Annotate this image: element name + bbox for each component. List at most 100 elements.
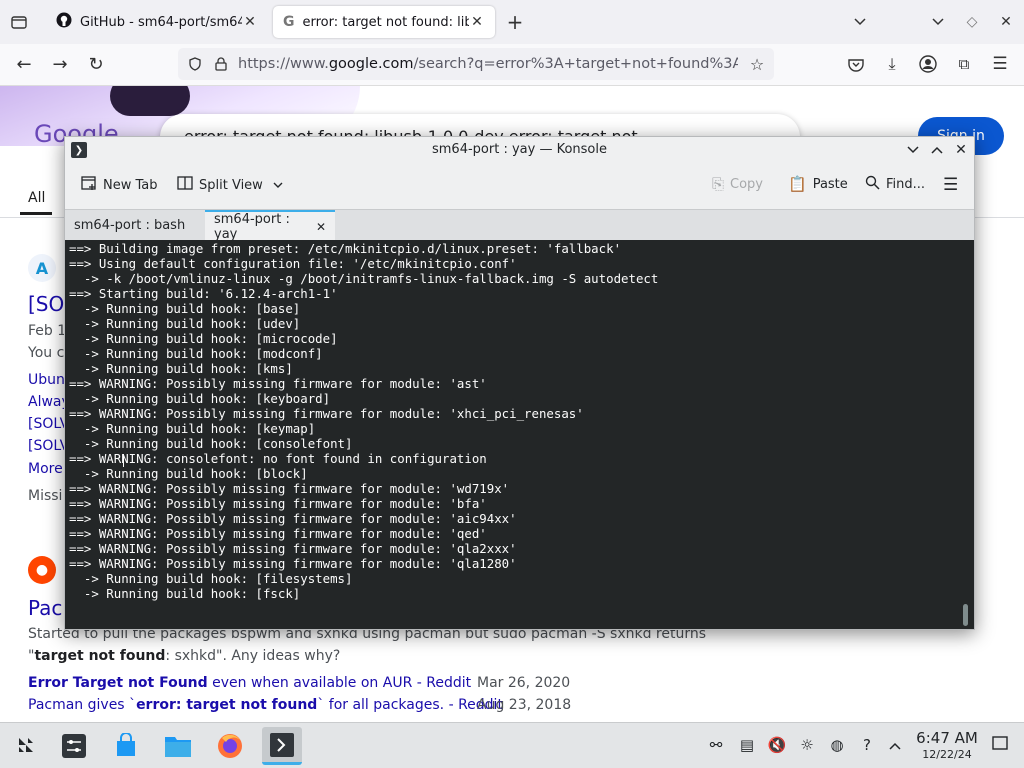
hamburger-menu-icon[interactable]: ☰: [943, 175, 958, 195]
find-button[interactable]: Find...: [865, 175, 925, 194]
sublink-date: Aug 23, 2018: [477, 697, 572, 713]
url-path: /search?q=error%3A+target+not+found%3A+l…: [413, 56, 738, 72]
close-icon[interactable]: ✕: [469, 14, 485, 30]
terminal-line: ==> Using default configuration file: '/…: [69, 256, 517, 271]
show-desktop-icon[interactable]: [990, 736, 1010, 754]
terminal-line: -> Running build hook: [fsck]: [69, 586, 301, 601]
new-tab-button[interactable]: +: [504, 10, 526, 34]
copy-icon: ⎘: [712, 175, 725, 193]
maximize-icon[interactable]: [927, 140, 947, 160]
firefox-icon[interactable]: [212, 727, 248, 765]
close-icon[interactable]: ✕: [951, 140, 971, 160]
paste-icon: 📋: [788, 175, 807, 193]
extensions-icon[interactable]: ⧉: [954, 54, 974, 74]
tracking-protection-icon[interactable]: [186, 55, 204, 73]
chevron-up-icon[interactable]: [885, 736, 905, 754]
terminal-line: ==> WARNING: Possibly missing firmware f…: [69, 526, 487, 541]
close-icon[interactable]: ✕: [316, 220, 326, 234]
restore-window-icon[interactable]: ◇: [962, 12, 982, 32]
terminal-line: -> Running build hook: [keymap]: [69, 421, 316, 436]
tab-yay[interactable]: sm64-port : yay ✕: [205, 210, 335, 242]
lock-icon[interactable]: [212, 55, 230, 73]
close-window-icon[interactable]: ✕: [996, 12, 1016, 32]
browser-tab-google[interactable]: G error: target not found: lib ✕: [273, 6, 495, 38]
network-globe-icon[interactable]: ◍: [827, 736, 847, 754]
discover-store-icon[interactable]: [108, 727, 144, 765]
url-bar[interactable]: https://www.google.com/search?q=error%3A…: [178, 48, 774, 80]
terminal-line: -> Running build hook: [base]: [69, 301, 301, 316]
browser-tab-github[interactable]: GitHub - sm64-port/sm64- ✕: [46, 6, 268, 38]
terminal-line: ==> WARNING: Possibly missing firmware f…: [69, 406, 584, 421]
tab-all[interactable]: All: [28, 190, 45, 206]
reload-icon[interactable]: ↻: [86, 54, 106, 75]
more-link[interactable]: More: [28, 461, 63, 477]
close-icon[interactable]: ✕: [242, 14, 258, 30]
active-tab-indicator: [20, 212, 52, 215]
sitelink[interactable]: Ubun: [28, 372, 65, 388]
new-tab-icon: [81, 175, 97, 195]
chevron-down-icon[interactable]: [928, 12, 948, 32]
new-tab-button[interactable]: New Tab: [81, 175, 158, 195]
window-title: sm64-port : yay — Konsole: [432, 142, 607, 157]
terminal-line: -> -k /boot/vmlinuz-linux -g /boot/initr…: [69, 271, 659, 286]
volume-muted-icon[interactable]: 🔇: [767, 736, 787, 754]
tab-title: GitHub - sm64-port/sm64-: [80, 14, 242, 30]
mouse-cursor: [123, 454, 124, 467]
terminal-line: -> Running build hook: [filesystems]: [69, 571, 353, 586]
terminal-line: ==> WARNING: Possibly missing firmware f…: [69, 541, 517, 556]
clock-time[interactable]: 6:47 AM: [912, 729, 982, 747]
terminal-output[interactable]: ==> Building image from preset: /etc/mki…: [65, 240, 974, 629]
missing-terms: Missi: [28, 488, 63, 504]
reddit-icon: ●: [28, 556, 56, 584]
back-arrow-icon[interactable]: ←: [14, 54, 34, 75]
terminal-line: ==> WARNING: consolefont: no font found …: [69, 451, 487, 466]
terminal-line: ==> WARNING: Possibly missing firmware f…: [69, 556, 517, 571]
result-snippet-line2: "target not found: sxhkd". Any ideas why…: [28, 648, 341, 664]
downloads-icon[interactable]: ⤓: [882, 54, 902, 74]
terminal-scrollbar[interactable]: [963, 604, 968, 626]
copy-button[interactable]: ⎘ Copy: [712, 175, 763, 193]
terminal-line: -> Running build hook: [udev]: [69, 316, 301, 331]
network-icon[interactable]: ⚯: [706, 736, 726, 754]
terminal-line: -> Running build hook: [microcode]: [69, 331, 338, 346]
paste-button[interactable]: 📋 Paste: [788, 175, 848, 193]
clipboard-icon[interactable]: ▤: [737, 736, 757, 754]
pocket-icon[interactable]: [846, 55, 866, 75]
konsole-toolbar: New Tab Split View ⎘ Copy 📋 Paste Find..…: [65, 163, 974, 209]
bookmark-star-icon[interactable]: ☆: [748, 55, 766, 74]
terminal-line: -> Running build hook: [block]: [69, 466, 308, 481]
list-all-tabs-icon[interactable]: [850, 12, 870, 32]
konsole-titlebar[interactable]: ❯ sm64-port : yay — Konsole ✕: [65, 137, 974, 163]
application-launcher[interactable]: [8, 727, 44, 765]
tab-bash[interactable]: sm64-port : bash: [65, 210, 205, 241]
brightness-icon[interactable]: ☼: [797, 736, 817, 754]
result-title[interactable]: [SO: [28, 292, 64, 316]
split-view-icon: [177, 175, 193, 195]
result-date: Feb 1: [28, 323, 67, 339]
account-icon[interactable]: [918, 54, 938, 74]
konsole-window[interactable]: ❯ sm64-port : yay — Konsole ✕ New Tab Sp…: [64, 136, 975, 630]
help-icon[interactable]: ?: [857, 736, 877, 754]
terminal-line: ==> WARNING: Possibly missing firmware f…: [69, 481, 510, 496]
tab-list-icon[interactable]: [8, 12, 30, 32]
url-prefix: https://www.: [238, 56, 329, 72]
browser-nav-bar: ← → ↻ https://www.google.com/search?q=er…: [0, 44, 1024, 86]
hamburger-menu-icon[interactable]: ☰: [990, 54, 1010, 74]
clock-date[interactable]: 12/22/24: [912, 748, 982, 761]
google-icon: G: [283, 14, 295, 30]
sublink[interactable]: Pacman gives `error: target not found` f…: [28, 697, 503, 713]
result-snippet: You c: [28, 345, 65, 361]
forward-arrow-icon[interactable]: →: [50, 54, 70, 75]
terminal-lines: ==> Building image from preset: /etc/mki…: [69, 241, 658, 601]
konsole-tab-bar: sm64-port : bash sm64-port : yay ✕: [65, 209, 974, 242]
url-text[interactable]: https://www.google.com/search?q=error%3A…: [238, 56, 738, 72]
search-icon: [865, 175, 880, 194]
split-view-button[interactable]: Split View: [177, 175, 283, 195]
terminal-line: -> Running build hook: [keyboard]: [69, 391, 331, 406]
file-manager-icon[interactable]: [160, 727, 196, 765]
system-settings-icon[interactable]: [56, 727, 92, 765]
minimize-icon[interactable]: [903, 140, 923, 160]
sublink[interactable]: Error Target not Found even when availab…: [28, 675, 471, 691]
terminal-line: ==> Building image from preset: /etc/mki…: [69, 241, 622, 256]
konsole-task[interactable]: [262, 727, 302, 765]
